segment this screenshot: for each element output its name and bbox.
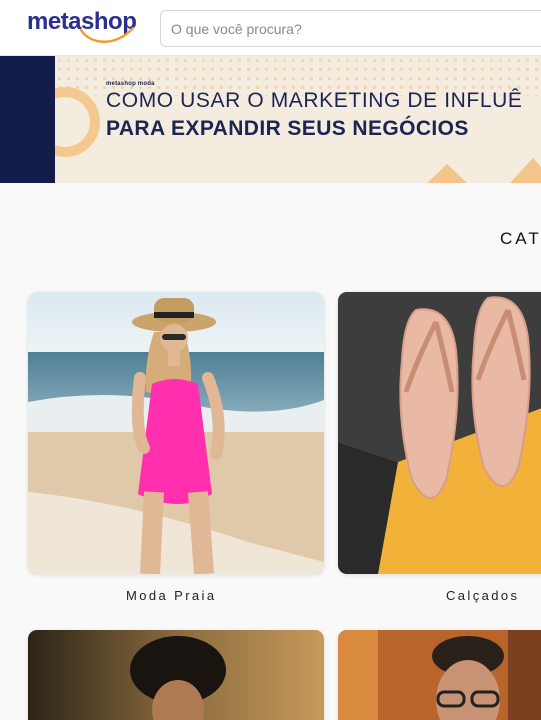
banner-navy-stripe xyxy=(0,56,55,183)
category-4-image xyxy=(338,630,541,720)
banner-brand-label: metashop moda xyxy=(106,81,155,87)
page: metashop metashop moda COMO USAR O MARKE… xyxy=(0,0,541,720)
category-card-4[interactable] xyxy=(338,630,541,720)
categories-heading: CAT xyxy=(500,229,541,248)
category-card-3[interactable] xyxy=(28,630,324,720)
metashop-logo[interactable]: metashop xyxy=(27,8,149,48)
calcados-image xyxy=(338,292,541,574)
category-label-calcados[interactable]: Calçados xyxy=(446,588,519,603)
header: metashop xyxy=(0,0,541,56)
category-card-calcados[interactable] xyxy=(338,292,541,574)
category-card-moda-praia[interactable] xyxy=(28,292,324,574)
category-label-moda-praia[interactable]: Moda Praia xyxy=(126,588,216,603)
moda-praia-image xyxy=(28,292,324,574)
logo-swoosh-icon xyxy=(79,26,135,43)
category-3-image xyxy=(28,630,324,720)
banner-headline-line2: PARA EXPANDIR SEUS NEGÓCIOS xyxy=(106,117,469,140)
promo-banner[interactable]: metashop moda COMO USAR O MARKETING DE I… xyxy=(0,56,541,183)
search-input[interactable] xyxy=(160,10,541,47)
banner-headline-line1: COMO USAR O MARKETING DE INFLUÊ xyxy=(106,89,523,112)
